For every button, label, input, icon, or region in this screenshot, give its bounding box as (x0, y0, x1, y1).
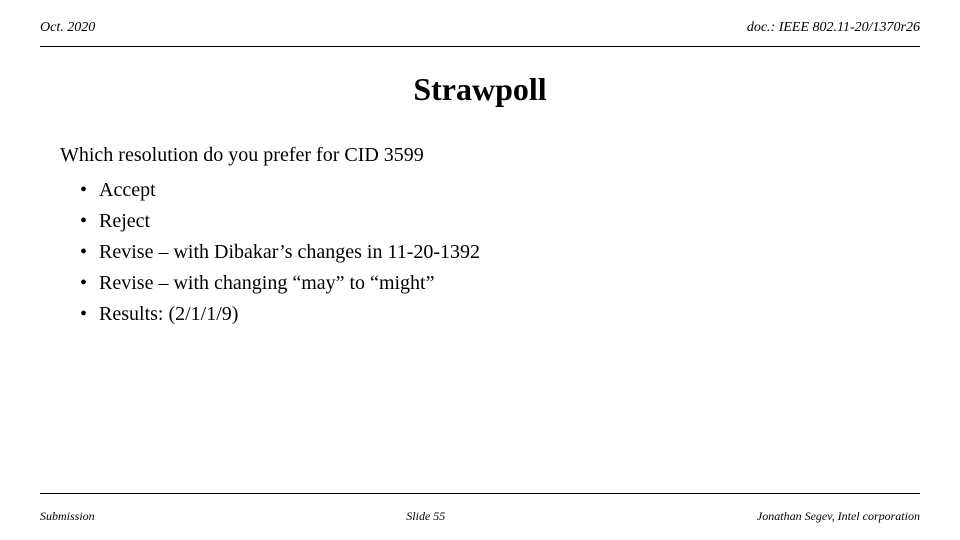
slide-header: Oct. 2020 doc.: IEEE 802.11-20/1370r26 (40, 20, 920, 36)
footer-center: Slide 55 (406, 509, 445, 524)
slide-footer: Submission Slide 55 Jonathan Segev, Inte… (40, 509, 920, 524)
header-date: Oct. 2020 (40, 20, 95, 36)
bullet-list: Accept Reject Revise – with Dibakar’s chan… (60, 179, 920, 326)
header-doc: doc.: IEEE 802.11-20/1370r26 (747, 20, 920, 36)
footer-right: Jonathan Segev, Intel corporation (757, 509, 920, 524)
footer-left: Submission (40, 509, 95, 524)
bullet-item-4: Results: (2/1/1/9) (80, 303, 920, 326)
slide: Oct. 2020 doc.: IEEE 802.11-20/1370r26 S… (0, 0, 960, 540)
question-text: Which resolution do you prefer for CID 3… (60, 144, 920, 167)
bullet-item-3: Revise – with changing “may” to “might” (80, 272, 920, 295)
bullet-item-0: Accept (80, 179, 920, 202)
slide-content: Which resolution do you prefer for CID 3… (40, 144, 920, 326)
slide-title: Strawpoll (40, 71, 920, 108)
bottom-divider (40, 493, 920, 494)
bullet-item-1: Reject (80, 210, 920, 233)
top-divider (40, 46, 920, 47)
bullet-item-2: Revise – with Dibakar’s changes in 11-20… (80, 241, 920, 264)
